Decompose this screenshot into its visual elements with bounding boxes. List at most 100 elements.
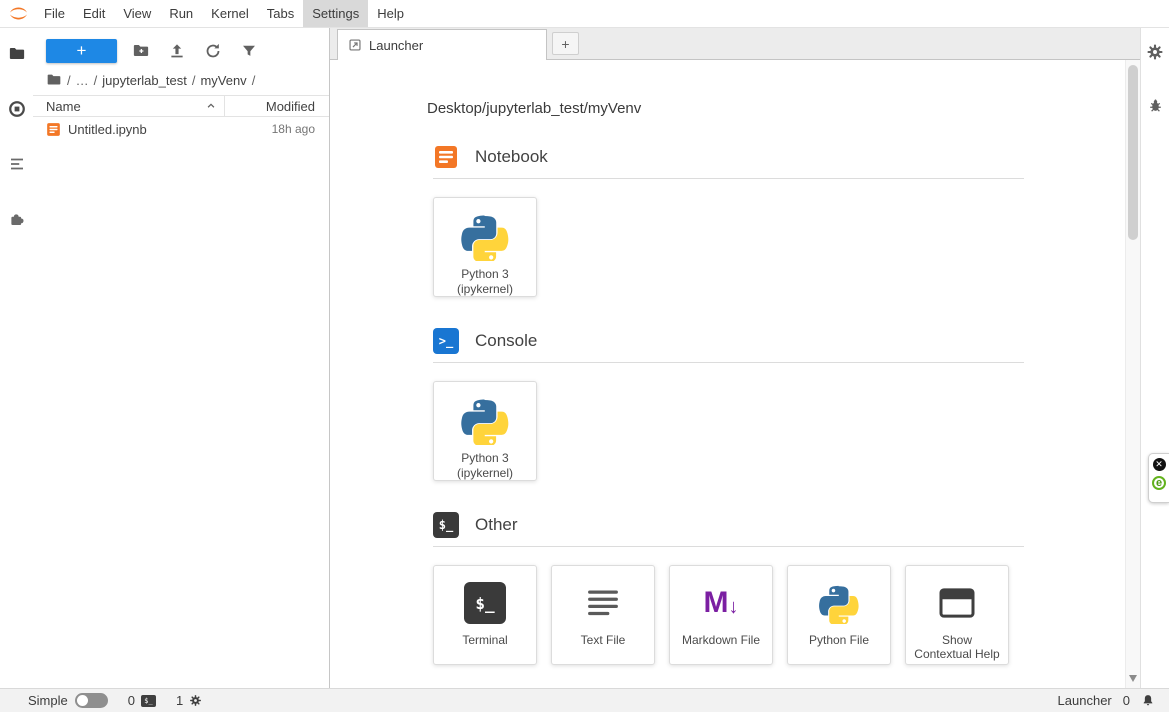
menu-help[interactable]: Help (368, 0, 413, 27)
notifications-count: 0 (1123, 693, 1130, 708)
breadcrumb-separator: / (192, 73, 196, 88)
kernels-count: 1 (176, 693, 183, 708)
workspace: + / … / jupyterlab_test / myVenv (0, 28, 1169, 688)
card-label: Text File (578, 633, 629, 647)
new-launcher-button[interactable]: + (46, 39, 117, 63)
tab-bar: Launcher + (330, 28, 1140, 60)
column-header-name[interactable]: Name (33, 96, 224, 116)
menu-file[interactable]: File (35, 0, 74, 27)
bell-icon[interactable] (1141, 693, 1155, 708)
launcher-card-markdown-file[interactable]: M↓ Markdown File (669, 565, 773, 665)
breadcrumb-dir-myvenv[interactable]: myVenv (200, 73, 246, 88)
terminals-status[interactable]: 0 $_ (128, 693, 156, 708)
column-header-modified[interactable]: Modified (224, 96, 329, 116)
scrollbar-thumb[interactable] (1128, 65, 1138, 240)
breadcrumb-separator: / (94, 73, 98, 88)
refresh-icon[interactable] (201, 39, 225, 63)
file-row-untitled-ipynb[interactable]: Untitled.ipynb 18h ago (33, 117, 329, 141)
launcher-content: Desktop/jupyterlab_test/myVenv Notebook (330, 60, 1140, 688)
column-name-label: Name (46, 99, 81, 114)
breadcrumb: / … / jupyterlab_test / myVenv / (33, 70, 329, 95)
launcher-card-text-file[interactable]: Text File (551, 565, 655, 665)
breadcrumb-dir-jupyterlab-test[interactable]: jupyterlab_test (102, 73, 187, 88)
python-logo-icon (460, 209, 510, 263)
section-title: Other (475, 515, 518, 535)
table-of-contents-icon[interactable] (6, 154, 28, 174)
right-activity-bar (1140, 28, 1169, 688)
menubar: File Edit View Run Kernel Tabs Settings … (0, 0, 1169, 28)
file-modified: 18h ago (272, 122, 315, 136)
extensions-icon[interactable] (6, 209, 28, 229)
extension-close-icon[interactable]: ✕ (1153, 458, 1166, 471)
scrollbar-down-arrow-icon[interactable] (1129, 675, 1137, 682)
kernel-gear-icon (189, 694, 202, 707)
section-console: >_ Console Python 3 (ipykernel) (433, 328, 1024, 481)
section-divider (433, 362, 1024, 363)
section-other: $_ Other $_ Terminal Text (433, 512, 1024, 665)
launcher-card-python-file[interactable]: Python File (787, 565, 891, 665)
notebook-file-icon (46, 122, 61, 137)
section-title: Notebook (475, 147, 548, 167)
vertical-scrollbar[interactable] (1125, 60, 1140, 688)
text-file-icon (584, 577, 622, 629)
home-folder-icon[interactable] (46, 72, 62, 88)
add-tab-button[interactable]: + (552, 32, 579, 55)
other-section-icon: $_ (433, 512, 459, 538)
file-browser-tab-icon[interactable] (6, 44, 28, 64)
card-label: Python 3 (ipykernel) (454, 451, 516, 480)
property-inspector-gear-icon[interactable] (1144, 42, 1166, 62)
file-name: Untitled.ipynb (68, 122, 265, 137)
context-label: Launcher (1058, 693, 1112, 708)
browser-extension-badge: ✕ e (1148, 453, 1169, 503)
simple-mode-label: Simple (28, 693, 68, 708)
main-dock-panel: Launcher + Desktop/jupyterlab_test/myVen… (330, 28, 1140, 688)
launcher-tab-icon (348, 38, 362, 52)
left-activity-bar (0, 28, 33, 688)
kernels-status[interactable]: 1 (176, 693, 202, 708)
card-label: Terminal (459, 633, 510, 647)
terminal-icon: $_ (464, 582, 506, 624)
menu-tabs[interactable]: Tabs (258, 0, 303, 27)
section-notebook: Notebook Python 3 (ipykernel) (433, 144, 1024, 297)
python-logo-icon (818, 577, 860, 629)
menu-settings[interactable]: Settings (303, 0, 368, 27)
column-modified-label: Modified (266, 99, 315, 114)
breadcrumb-separator: / (252, 73, 256, 88)
file-browser-toolbar: + (33, 28, 329, 70)
breadcrumb-separator: / (67, 73, 71, 88)
section-divider (433, 546, 1024, 547)
upload-icon[interactable] (165, 39, 189, 63)
section-divider (433, 178, 1024, 179)
menu-view[interactable]: View (114, 0, 160, 27)
tab-launcher[interactable]: Launcher (337, 29, 547, 60)
filter-icon[interactable] (237, 39, 261, 63)
current-directory-path: Desktop/jupyterlab_test/myVenv (427, 100, 1100, 117)
sort-ascending-icon (206, 101, 216, 111)
toggle-knob (77, 695, 88, 706)
debugger-bug-icon[interactable] (1144, 95, 1166, 115)
markdown-icon: M↓ (704, 588, 739, 618)
terminals-count: 0 (128, 693, 135, 708)
launcher-card-notebook-python3[interactable]: Python 3 (ipykernel) (433, 197, 537, 297)
file-browser-panel: + / … / jupyterlab_test / myVenv (33, 28, 330, 688)
launcher-card-contextual-help[interactable]: Show Contextual Help (905, 565, 1009, 665)
launcher-card-console-python3[interactable]: Python 3 (ipykernel) (433, 381, 537, 481)
notebook-section-icon (433, 144, 459, 170)
contextual-help-icon (938, 577, 976, 629)
terminal-mini-icon: $_ (141, 695, 156, 707)
new-folder-icon[interactable] (129, 39, 153, 63)
python-logo-icon (460, 393, 510, 447)
launcher-card-terminal[interactable]: $_ Terminal (433, 565, 537, 665)
card-label: Show Contextual Help (911, 633, 1002, 662)
simple-mode-toggle[interactable] (75, 693, 108, 708)
card-label: Python File (806, 633, 872, 647)
running-sessions-icon[interactable] (6, 99, 28, 119)
breadcrumb-ellipsis[interactable]: … (76, 73, 89, 88)
jupyter-logo-icon (5, 0, 31, 27)
menu-edit[interactable]: Edit (74, 0, 114, 27)
menu-run[interactable]: Run (160, 0, 202, 27)
extension-logo-icon[interactable]: e (1152, 476, 1166, 490)
status-bar: Simple 0 $_ 1 Launcher 0 (0, 688, 1169, 712)
console-section-icon: >_ (433, 328, 459, 354)
menu-kernel[interactable]: Kernel (202, 0, 258, 27)
